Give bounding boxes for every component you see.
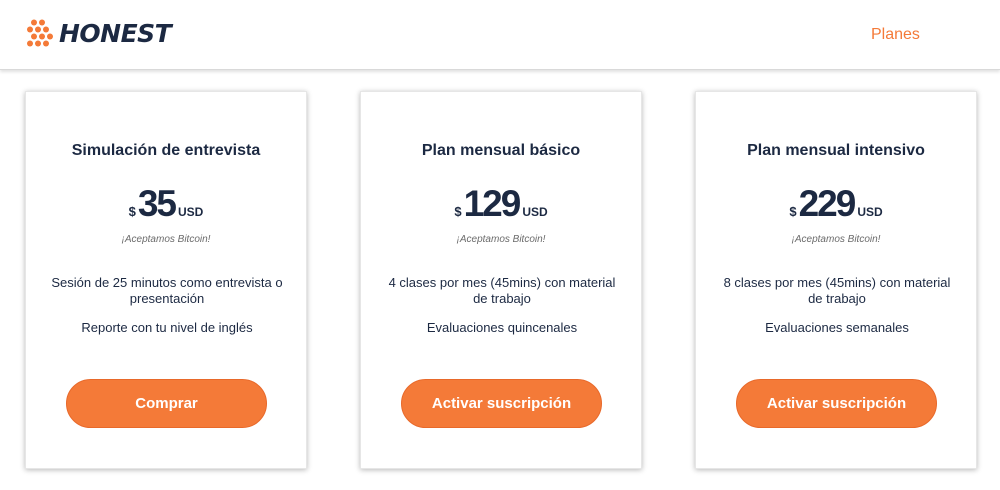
- plan-price: $229 USD: [696, 182, 976, 226]
- logo-link[interactable]: HONEST: [25, 18, 172, 50]
- price-amount: 35: [137, 183, 177, 224]
- plan-card-intensivo: Plan mensual intensivo $229 USD ¡Aceptamo…: [695, 91, 977, 469]
- plan-title: Plan mensual básico: [421, 142, 581, 159]
- plan-feature: Sesión de 25 minutos como entrevista o p…: [51, 275, 283, 306]
- buy-button[interactable]: Comprar: [66, 379, 267, 428]
- price-amount: 129: [463, 183, 522, 224]
- price-unit: USD: [522, 205, 548, 219]
- plan-feature: 8 clases por mes (45mins) con material d…: [723, 275, 951, 306]
- price-currency: $: [789, 204, 797, 219]
- price-unit: USD: [857, 205, 883, 219]
- nav-link-planes[interactable]: Planes: [871, 24, 920, 46]
- bitcoin-note: ¡Aceptamos Bitcoin!: [121, 234, 211, 245]
- plan-title: Simulación de entrevista: [71, 142, 261, 159]
- honeycomb-logo-icon: [25, 19, 55, 49]
- plan-feature: Reporte con tu nivel de inglés: [81, 320, 253, 335]
- plan-feature: Evaluaciones quincenales: [426, 320, 578, 335]
- plan-price: $129 USD: [361, 182, 641, 226]
- bitcoin-note: ¡Aceptamos Bitcoin!: [791, 234, 881, 245]
- activate-subscription-button[interactable]: Activar suscripción: [401, 379, 602, 428]
- price-amount: 229: [798, 183, 857, 224]
- price-currency: $: [454, 204, 462, 219]
- plan-card-simulacion: Simulación de entrevista $35 USD ¡Aceptam…: [25, 91, 307, 469]
- bitcoin-note: ¡Aceptamos Bitcoin!: [456, 234, 546, 245]
- logo-wordmark: HONEST: [59, 19, 172, 48]
- plan-feature: Evaluaciones semanales: [765, 320, 909, 335]
- plan-card-basico: Plan mensual básico $129 USD ¡Aceptamos B…: [360, 91, 642, 469]
- plan-title: Plan mensual intensivo: [747, 142, 925, 159]
- price-currency: $: [128, 204, 136, 219]
- site-header: HONEST Planes: [0, 0, 1000, 70]
- activate-subscription-button[interactable]: Activar suscripción: [736, 379, 937, 428]
- plan-price: $35 USD: [26, 182, 306, 226]
- plan-feature: 4 clases por mes (45mins) con material d…: [388, 275, 616, 306]
- price-unit: USD: [178, 205, 204, 219]
